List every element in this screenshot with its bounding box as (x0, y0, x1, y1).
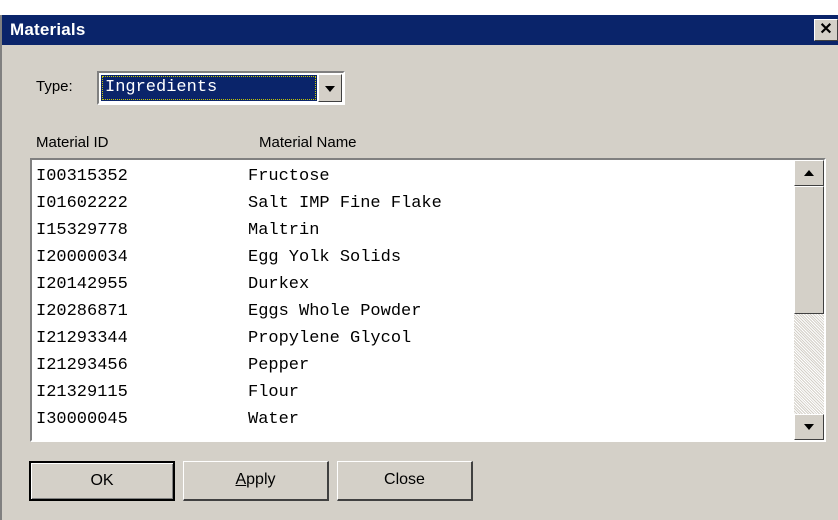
materials-dialog: Materials ✕ Type: Ingredients Material I… (0, 0, 838, 520)
apply-button[interactable]: Apply (183, 461, 329, 501)
material-id: I15329778 (36, 221, 128, 240)
material-name: Salt IMP Fine Flake (248, 194, 442, 213)
material-id: I01602222 (36, 194, 128, 213)
material-id: I21293456 (36, 356, 128, 375)
type-label: Type: (36, 78, 73, 95)
materials-list[interactable]: I00315352 Fructose I01602222 Salt IMP Fine… (30, 158, 826, 442)
column-header-material-id: Material ID (36, 134, 109, 151)
material-id: I20286871 (36, 302, 128, 321)
material-name: Flour (248, 383, 300, 402)
scroll-down-button[interactable] (794, 414, 824, 440)
desktop-strip (0, 0, 838, 15)
window-title: Materials (10, 20, 86, 39)
ok-button[interactable]: OK (29, 461, 175, 501)
apply-label-rest: pply (246, 471, 276, 488)
material-name: Propylene Glycol (248, 329, 412, 348)
material-id: I20142955 (36, 275, 128, 294)
window-border (0, 15, 2, 520)
title-bar[interactable]: Materials ✕ (2, 15, 838, 45)
type-selected-value[interactable]: Ingredients (101, 75, 317, 101)
scrollbar-thumb[interactable] (794, 186, 824, 314)
close-icon[interactable]: ✕ (814, 19, 838, 41)
material-name: Pepper (248, 356, 310, 375)
material-id: I21293344 (36, 329, 128, 348)
material-name: Egg Yolk Solids (248, 248, 402, 267)
close-button[interactable]: Close (337, 461, 473, 501)
material-name: Eggs Whole Powder (248, 302, 422, 321)
material-name: Water (248, 410, 300, 429)
dropdown-button[interactable] (318, 74, 342, 102)
scroll-up-arrow-icon (804, 170, 814, 176)
material-name: Durkex (248, 275, 310, 294)
scroll-up-button[interactable] (794, 160, 824, 186)
material-id: I20000034 (36, 248, 128, 267)
material-id: I21329115 (36, 383, 128, 402)
apply-mnemonic: A (235, 471, 247, 488)
vertical-scrollbar[interactable] (794, 160, 824, 440)
type-dropdown[interactable]: Ingredients (97, 71, 345, 105)
chevron-down-icon (325, 86, 335, 92)
material-name: Maltrin (248, 221, 320, 240)
material-id: I30000045 (36, 410, 128, 429)
scroll-down-arrow-icon (804, 424, 814, 430)
column-header-material-name: Material Name (259, 134, 357, 151)
material-id: I00315352 (36, 167, 128, 186)
material-name: Fructose (248, 167, 330, 186)
